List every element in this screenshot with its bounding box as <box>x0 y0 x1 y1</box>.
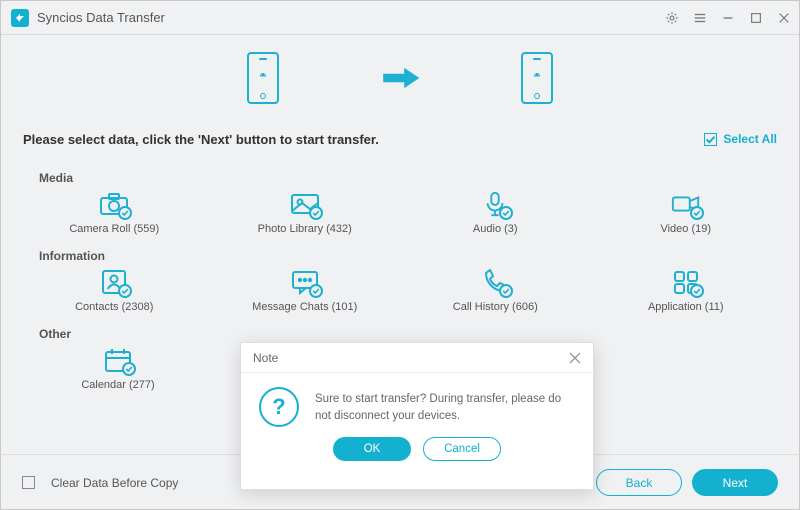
select-all-checkbox[interactable]: Select All <box>704 132 777 146</box>
item-call-history[interactable]: Call History (606) <box>420 269 571 313</box>
item-label: Audio (3) <box>473 223 518 235</box>
message-icon <box>290 269 320 295</box>
item-application[interactable]: Application (11) <box>611 269 762 313</box>
video-icon <box>671 191 701 217</box>
item-label: Call History (606) <box>453 301 538 313</box>
device-row <box>1 35 799 121</box>
apps-icon <box>671 269 701 295</box>
next-button[interactable]: Next <box>692 469 778 496</box>
checkmark-icon <box>704 133 717 146</box>
section-header-information: Information <box>39 235 761 269</box>
minimize-icon[interactable] <box>721 11 735 25</box>
app-logo-icon <box>11 9 29 27</box>
phone-icon <box>480 269 510 295</box>
contacts-icon <box>99 269 129 295</box>
select-all-label: Select All <box>723 132 777 146</box>
transfer-arrow-icon <box>379 64 421 92</box>
section-header-media: Media <box>39 157 761 191</box>
target-device-icon <box>521 52 553 104</box>
item-audio[interactable]: Audio (3) <box>420 191 571 235</box>
item-contacts[interactable]: Contacts (2308) <box>39 269 190 313</box>
item-label: Camera Roll (559) <box>69 223 159 235</box>
back-button[interactable]: Back <box>596 469 682 496</box>
microphone-icon <box>480 191 510 217</box>
item-label: Contacts (2308) <box>75 301 153 313</box>
instruction-text: Please select data, click the 'Next' but… <box>23 132 704 147</box>
item-label: Calendar (277) <box>81 379 154 391</box>
clear-data-checkbox[interactable] <box>22 476 35 489</box>
question-icon: ? <box>259 387 299 427</box>
settings-icon[interactable] <box>665 11 679 25</box>
camera-icon <box>99 191 129 217</box>
dialog-ok-button[interactable]: OK <box>333 437 411 461</box>
item-label: Application (11) <box>648 301 724 313</box>
app-title: Syncios Data Transfer <box>37 10 665 25</box>
item-video[interactable]: Video (19) <box>611 191 762 235</box>
title-bar: Syncios Data Transfer <box>1 1 799 35</box>
item-label: Message Chats (101) <box>252 301 357 313</box>
dialog-title: Note <box>253 351 569 365</box>
item-photo-library[interactable]: Photo Library (432) <box>230 191 381 235</box>
menu-icon[interactable] <box>693 11 707 25</box>
maximize-icon[interactable] <box>749 11 763 25</box>
item-calendar[interactable]: Calendar (277) <box>39 347 197 391</box>
photo-icon <box>290 191 320 217</box>
dialog-close-icon[interactable] <box>569 352 581 364</box>
close-icon[interactable] <box>777 11 791 25</box>
source-device-icon <box>247 52 279 104</box>
item-label: Video (19) <box>660 223 711 235</box>
item-camera-roll[interactable]: Camera Roll (559) <box>39 191 190 235</box>
item-label: Photo Library (432) <box>258 223 352 235</box>
dialog-cancel-button[interactable]: Cancel <box>423 437 501 461</box>
item-message-chats[interactable]: Message Chats (101) <box>230 269 381 313</box>
calendar-icon <box>103 347 133 373</box>
confirm-dialog: Note ? Sure to start transfer? During tr… <box>240 342 594 490</box>
dialog-message: Sure to start transfer? During transfer,… <box>315 387 575 427</box>
